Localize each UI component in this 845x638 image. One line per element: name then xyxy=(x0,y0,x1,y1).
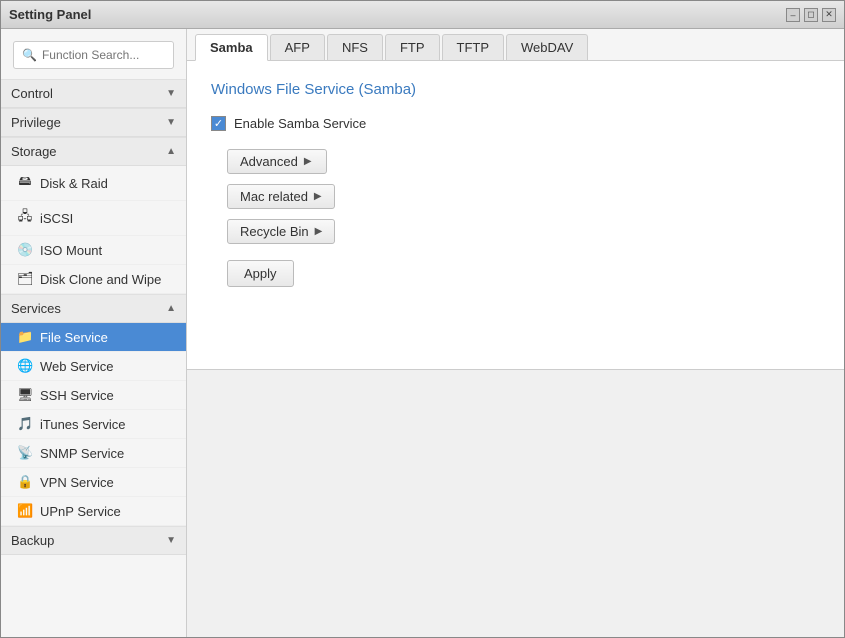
sidebar-section-control-label: Control xyxy=(11,86,53,101)
iscsi-icon: 🖧 xyxy=(17,207,33,229)
snmp-service-icon: 📡 xyxy=(17,445,33,461)
sidebar-item-vpn-service[interactable]: 🔒 VPN Service xyxy=(1,468,186,497)
titlebar: Setting Panel – ◻ ✕ xyxy=(1,1,844,29)
recycle-bin-button[interactable]: Recycle Bin ▶ xyxy=(227,219,335,244)
sidebar-item-snmp-service-label: SNMP Service xyxy=(40,446,124,461)
web-service-icon: 🌐 xyxy=(17,358,33,374)
sidebar-item-file-service-label: File Service xyxy=(40,330,108,345)
sidebar-item-disk-clone-label: Disk Clone and Wipe xyxy=(40,272,161,287)
sidebar-item-iso-mount[interactable]: 💿 ISO Mount xyxy=(1,236,186,265)
sidebar-section-storage-label: Storage xyxy=(11,144,57,159)
options-section: Advanced ▶ Mac related ▶ Recycle Bin ▶ A… xyxy=(211,149,820,287)
sidebar-section-privilege-label: Privilege xyxy=(11,115,61,130)
sidebar: 🔍 Control ▼ Privilege ▼ Storage ▲ 🖴 xyxy=(1,29,187,637)
minimize-button[interactable]: – xyxy=(786,8,800,22)
file-service-icon: 📁 xyxy=(17,329,33,345)
sidebar-item-vpn-service-label: VPN Service xyxy=(40,475,114,490)
chevron-down-icon: ▼ xyxy=(166,117,176,128)
vpn-service-icon: 🔒 xyxy=(17,474,33,490)
panel-title: Windows File Service (Samba) xyxy=(211,81,820,98)
sidebar-item-disk-raid-label: Disk & Raid xyxy=(40,176,108,191)
apply-button[interactable]: Apply xyxy=(227,260,294,287)
sidebar-item-web-service-label: Web Service xyxy=(40,359,113,374)
restore-button[interactable]: ◻ xyxy=(804,8,818,22)
iso-mount-icon: 💿 xyxy=(17,242,33,258)
ssh-service-icon: 🖥 xyxy=(17,387,33,403)
disk-clone-icon: 🗂 xyxy=(17,271,33,287)
advanced-arrow-icon: ▶ xyxy=(304,156,312,167)
chevron-up-icon: ▲ xyxy=(166,146,176,157)
chevron-up-icon: ▲ xyxy=(166,303,176,314)
search-box[interactable]: 🔍 xyxy=(13,41,174,69)
sidebar-item-file-service[interactable]: 📁 File Service xyxy=(1,323,186,352)
sidebar-section-backup[interactable]: Backup ▼ xyxy=(1,526,186,555)
sidebar-section-control[interactable]: Control ▼ xyxy=(1,79,186,108)
tab-samba[interactable]: Samba xyxy=(195,34,268,61)
sidebar-item-snmp-service[interactable]: 📡 SNMP Service xyxy=(1,439,186,468)
itunes-service-icon: 🎵 xyxy=(17,416,33,432)
enable-checkbox[interactable]: ✓ xyxy=(211,116,226,131)
mac-related-button-label: Mac related xyxy=(240,189,308,204)
sidebar-section-services[interactable]: Services ▲ xyxy=(1,294,186,323)
sidebar-item-disk-clone[interactable]: 🗂 Disk Clone and Wipe xyxy=(1,265,186,294)
enable-label: Enable Samba Service xyxy=(234,116,366,131)
sidebar-item-ssh-service[interactable]: 🖥 SSH Service xyxy=(1,381,186,410)
advanced-button-label: Advanced xyxy=(240,154,298,169)
sidebar-item-ssh-service-label: SSH Service xyxy=(40,388,114,403)
mac-related-arrow-icon: ▶ xyxy=(314,191,322,202)
search-input[interactable] xyxy=(42,48,165,62)
sidebar-section-services-label: Services xyxy=(11,301,61,316)
enable-row: ✓ Enable Samba Service xyxy=(211,116,820,131)
recycle-bin-arrow-icon: ▶ xyxy=(315,226,323,237)
content-spacer xyxy=(187,369,844,638)
sidebar-item-web-service[interactable]: 🌐 Web Service xyxy=(1,352,186,381)
window-title: Setting Panel xyxy=(9,7,91,22)
upnp-service-icon: 📶 xyxy=(17,503,33,519)
tab-tftp[interactable]: TFTP xyxy=(442,34,505,60)
advanced-button[interactable]: Advanced ▶ xyxy=(227,149,327,174)
sidebar-item-itunes-service[interactable]: 🎵 iTunes Service xyxy=(1,410,186,439)
checkmark-icon: ✓ xyxy=(214,117,223,130)
search-icon: 🔍 xyxy=(22,48,37,62)
sidebar-item-iso-mount-label: ISO Mount xyxy=(40,243,102,258)
sidebar-section-storage[interactable]: Storage ▲ xyxy=(1,137,186,166)
content-area: Samba AFP NFS FTP TFTP WebDAV Windows Fi… xyxy=(187,29,844,637)
main-layout: 🔍 Control ▼ Privilege ▼ Storage ▲ 🖴 xyxy=(1,29,844,637)
sidebar-item-upnp-service[interactable]: 📶 UPnP Service xyxy=(1,497,186,526)
window-controls: – ◻ ✕ xyxy=(786,8,836,22)
close-button[interactable]: ✕ xyxy=(822,8,836,22)
sidebar-section-backup-label: Backup xyxy=(11,533,54,548)
sidebar-section-privilege[interactable]: Privilege ▼ xyxy=(1,108,186,137)
setting-panel-window: Setting Panel – ◻ ✕ 🔍 Control ▼ P xyxy=(0,0,845,638)
samba-panel: Windows File Service (Samba) ✓ Enable Sa… xyxy=(187,61,844,369)
sidebar-item-upnp-service-label: UPnP Service xyxy=(40,504,121,519)
sidebar-bottom-space xyxy=(1,555,186,637)
chevron-down-icon: ▼ xyxy=(166,88,176,99)
tab-afp[interactable]: AFP xyxy=(270,34,325,60)
sidebar-item-itunes-service-label: iTunes Service xyxy=(40,417,126,432)
sidebar-item-disk-raid[interactable]: 🖴 Disk & Raid xyxy=(1,166,186,201)
sidebar-item-iscsi-label: iSCSI xyxy=(40,211,73,226)
recycle-bin-button-label: Recycle Bin xyxy=(240,224,309,239)
tab-ftp[interactable]: FTP xyxy=(385,34,440,60)
mac-related-button[interactable]: Mac related ▶ xyxy=(227,184,335,209)
tab-webdav[interactable]: WebDAV xyxy=(506,34,588,60)
tab-nfs[interactable]: NFS xyxy=(327,34,383,60)
disk-raid-icon: 🖴 xyxy=(17,172,33,194)
chevron-down-icon: ▼ xyxy=(166,535,176,546)
sidebar-item-iscsi[interactable]: 🖧 iSCSI xyxy=(1,201,186,236)
tabs-bar: Samba AFP NFS FTP TFTP WebDAV xyxy=(187,29,844,61)
